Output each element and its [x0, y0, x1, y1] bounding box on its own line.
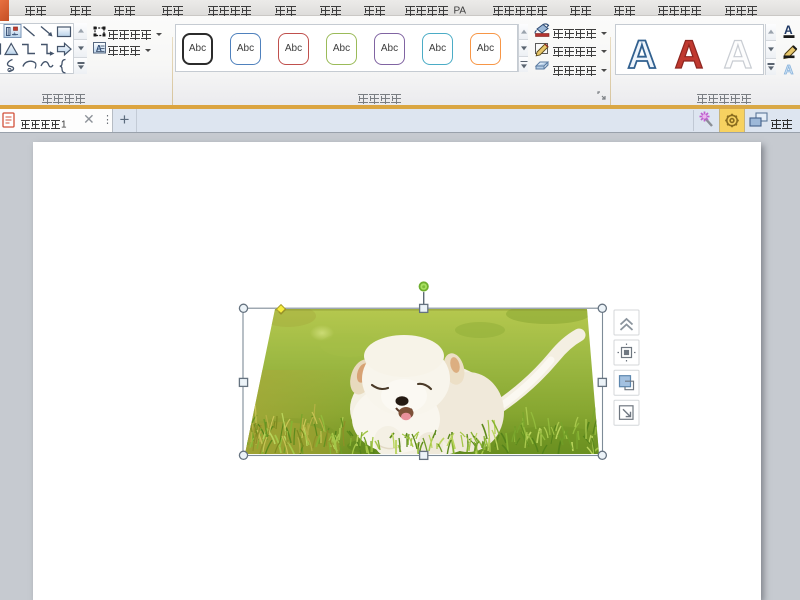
svg-text:A: A [675, 33, 704, 75]
svg-text:A: A [784, 23, 793, 37]
svg-text:A: A [784, 62, 794, 77]
svg-text:A: A [724, 33, 753, 75]
svg-text:A: A [628, 33, 657, 75]
